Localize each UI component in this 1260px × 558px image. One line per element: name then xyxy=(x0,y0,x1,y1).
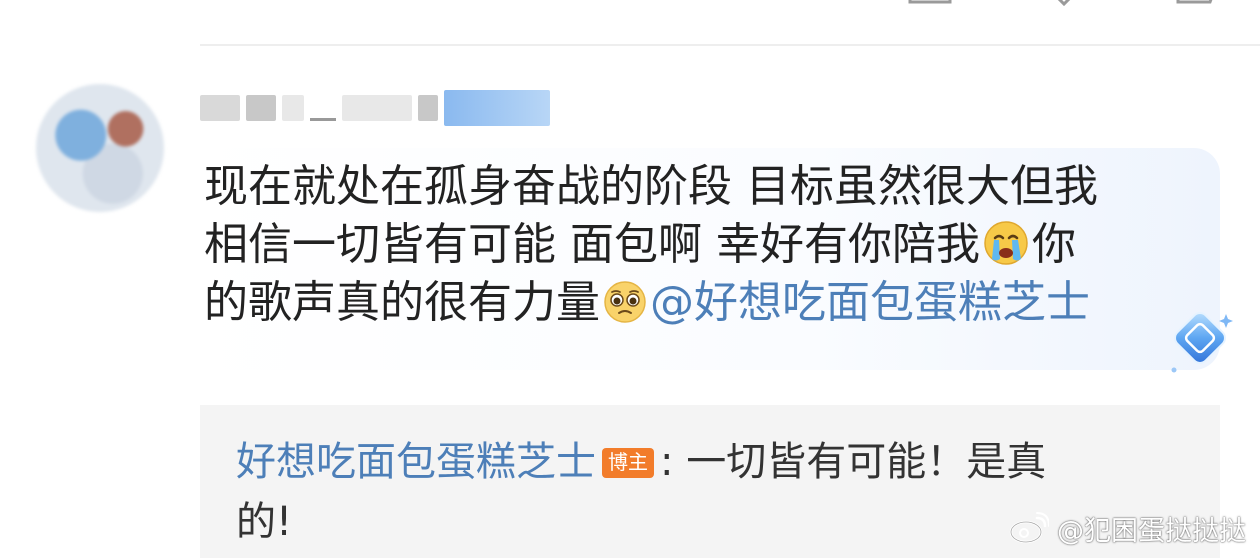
comment-body: 现在就处在孤身奋战的阶段 目标虽然很大但我 相信一切皆有可能 面包啊 幸好有你陪… xyxy=(204,158,1204,332)
comment-line: 相信一切皆有可能 面包啊 幸好有你陪我 你 xyxy=(204,216,1204,274)
comment-text: 你 xyxy=(1031,219,1076,270)
reply-separator: : xyxy=(660,439,674,485)
comment-icon xyxy=(1057,0,1071,6)
share-icon xyxy=(908,0,952,4)
underscore-mark xyxy=(310,117,336,121)
mosaic-block xyxy=(200,95,240,121)
mosaic-block xyxy=(418,95,438,121)
comment-line: 现在就处在孤身奋战的阶段 目标虽然很大但我 xyxy=(204,161,1098,212)
avatar[interactable] xyxy=(36,84,164,212)
reply-content: 好想吃面包蛋糕芝士 博主: 一切皆有可能！是真 的! xyxy=(236,432,1136,552)
post-actions xyxy=(908,0,1220,16)
reply-text: 一切皆有可能！是真 xyxy=(686,439,1047,485)
weibo-logo-icon xyxy=(1009,512,1049,544)
divider xyxy=(200,44,1260,46)
mosaic-block xyxy=(282,95,304,121)
reply-author-link[interactable]: 好想吃面包蛋糕芝士 xyxy=(236,439,596,485)
watermark: @犯困蛋挞挞挞 xyxy=(1009,508,1246,548)
host-badge: 博主 xyxy=(602,448,654,478)
username-redacted[interactable] xyxy=(200,88,550,128)
comment-screenshot: 现在就处在孤身奋战的阶段 目标虽然很大但我 相信一切皆有可能 面包啊 幸好有你陪… xyxy=(0,0,1260,558)
diamond-badge-icon xyxy=(1171,312,1233,373)
comment-text: 相信一切皆有可能 面包啊 幸好有你陪我 xyxy=(204,219,980,270)
comment-text: 的歌声真的很有力量 xyxy=(204,277,600,328)
share-action[interactable] xyxy=(908,0,952,6)
watermark-text: @犯困蛋挞挞挞 xyxy=(1057,515,1246,547)
comment-line: 的歌声真的很有力量 @好想吃面包蛋糕芝士 xyxy=(204,274,1204,332)
crying-emoji-icon xyxy=(984,221,1028,265)
mosaic-block xyxy=(246,95,276,121)
like-icon xyxy=(1176,0,1213,4)
reply-text-continued: 的! xyxy=(236,499,293,545)
comment-action[interactable] xyxy=(1042,0,1086,6)
user-tag-redacted xyxy=(444,90,550,126)
mosaic-block xyxy=(342,95,412,121)
like-action[interactable] xyxy=(1176,0,1220,6)
mention-link[interactable]: @好想吃面包蛋糕芝士 xyxy=(650,277,1090,328)
pleading-emoji-icon xyxy=(604,281,646,323)
